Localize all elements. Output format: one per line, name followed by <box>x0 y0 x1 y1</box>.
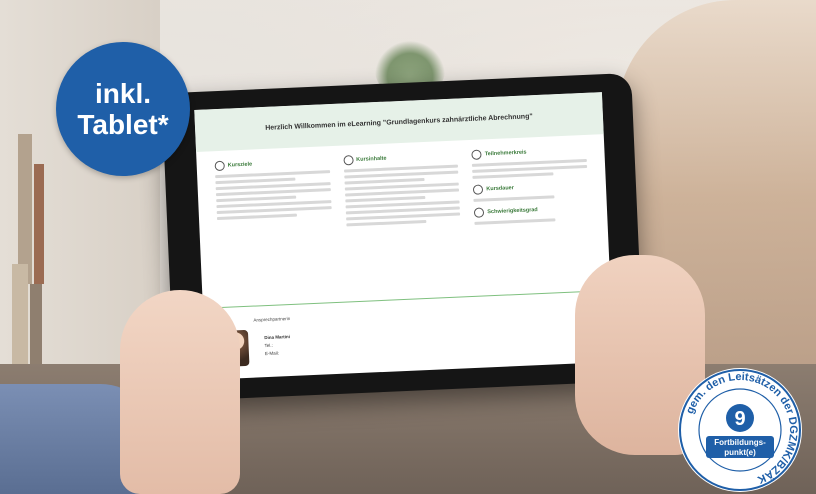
mail-label: E-Mail: <box>264 350 280 357</box>
contact-title: Ansprechpartnerin <box>253 315 291 323</box>
col-kursziele: Kursziele <box>214 156 333 239</box>
pencil-icon <box>343 155 354 166</box>
col-kursinhalte: Kursinhalte <box>343 151 461 234</box>
seal-label-line1: Fortbildungs- <box>714 438 766 447</box>
badge-line2: Tablet* <box>77 109 169 140</box>
fortbildungspunkte-seal: gem. den Leitsätzen der DGZMK/BZÄK 9 For… <box>678 368 802 492</box>
book <box>30 284 42 374</box>
book <box>18 134 32 284</box>
group-icon <box>471 149 483 160</box>
target-icon <box>214 160 225 172</box>
gauge-icon <box>474 207 485 218</box>
seal-number: 9 <box>734 408 745 430</box>
col-title: Kursinhalte <box>356 155 387 163</box>
col-subtitle: Schwierigkeitsgrad <box>487 206 538 215</box>
contact-details: Dina Martini Tel.: E-Mail: <box>264 332 345 356</box>
contact-name: Dina Martini <box>264 334 291 341</box>
col-title: Teilnehmerkreis <box>484 149 527 157</box>
col-title: Kursziele <box>227 161 253 169</box>
tablet-badge: inkl. Tablet* <box>56 42 190 176</box>
tel-label: Tel.: <box>264 342 273 349</box>
col-subtitle: Kursdauer <box>486 184 514 192</box>
col-teilnehmerkreis: Teilnehmerkreis Kursdauer Schwierigkeits… <box>471 145 590 228</box>
tablet-screen: Herzlich Willkommen im eLearning "Grundl… <box>194 92 614 380</box>
clock-icon <box>473 184 484 195</box>
divider <box>220 290 593 309</box>
book <box>34 164 44 284</box>
left-hand <box>120 290 240 494</box>
badge-line1: inkl. <box>94 78 151 109</box>
seal-label-line2: punkt(e) <box>724 448 756 457</box>
book <box>12 264 28 374</box>
